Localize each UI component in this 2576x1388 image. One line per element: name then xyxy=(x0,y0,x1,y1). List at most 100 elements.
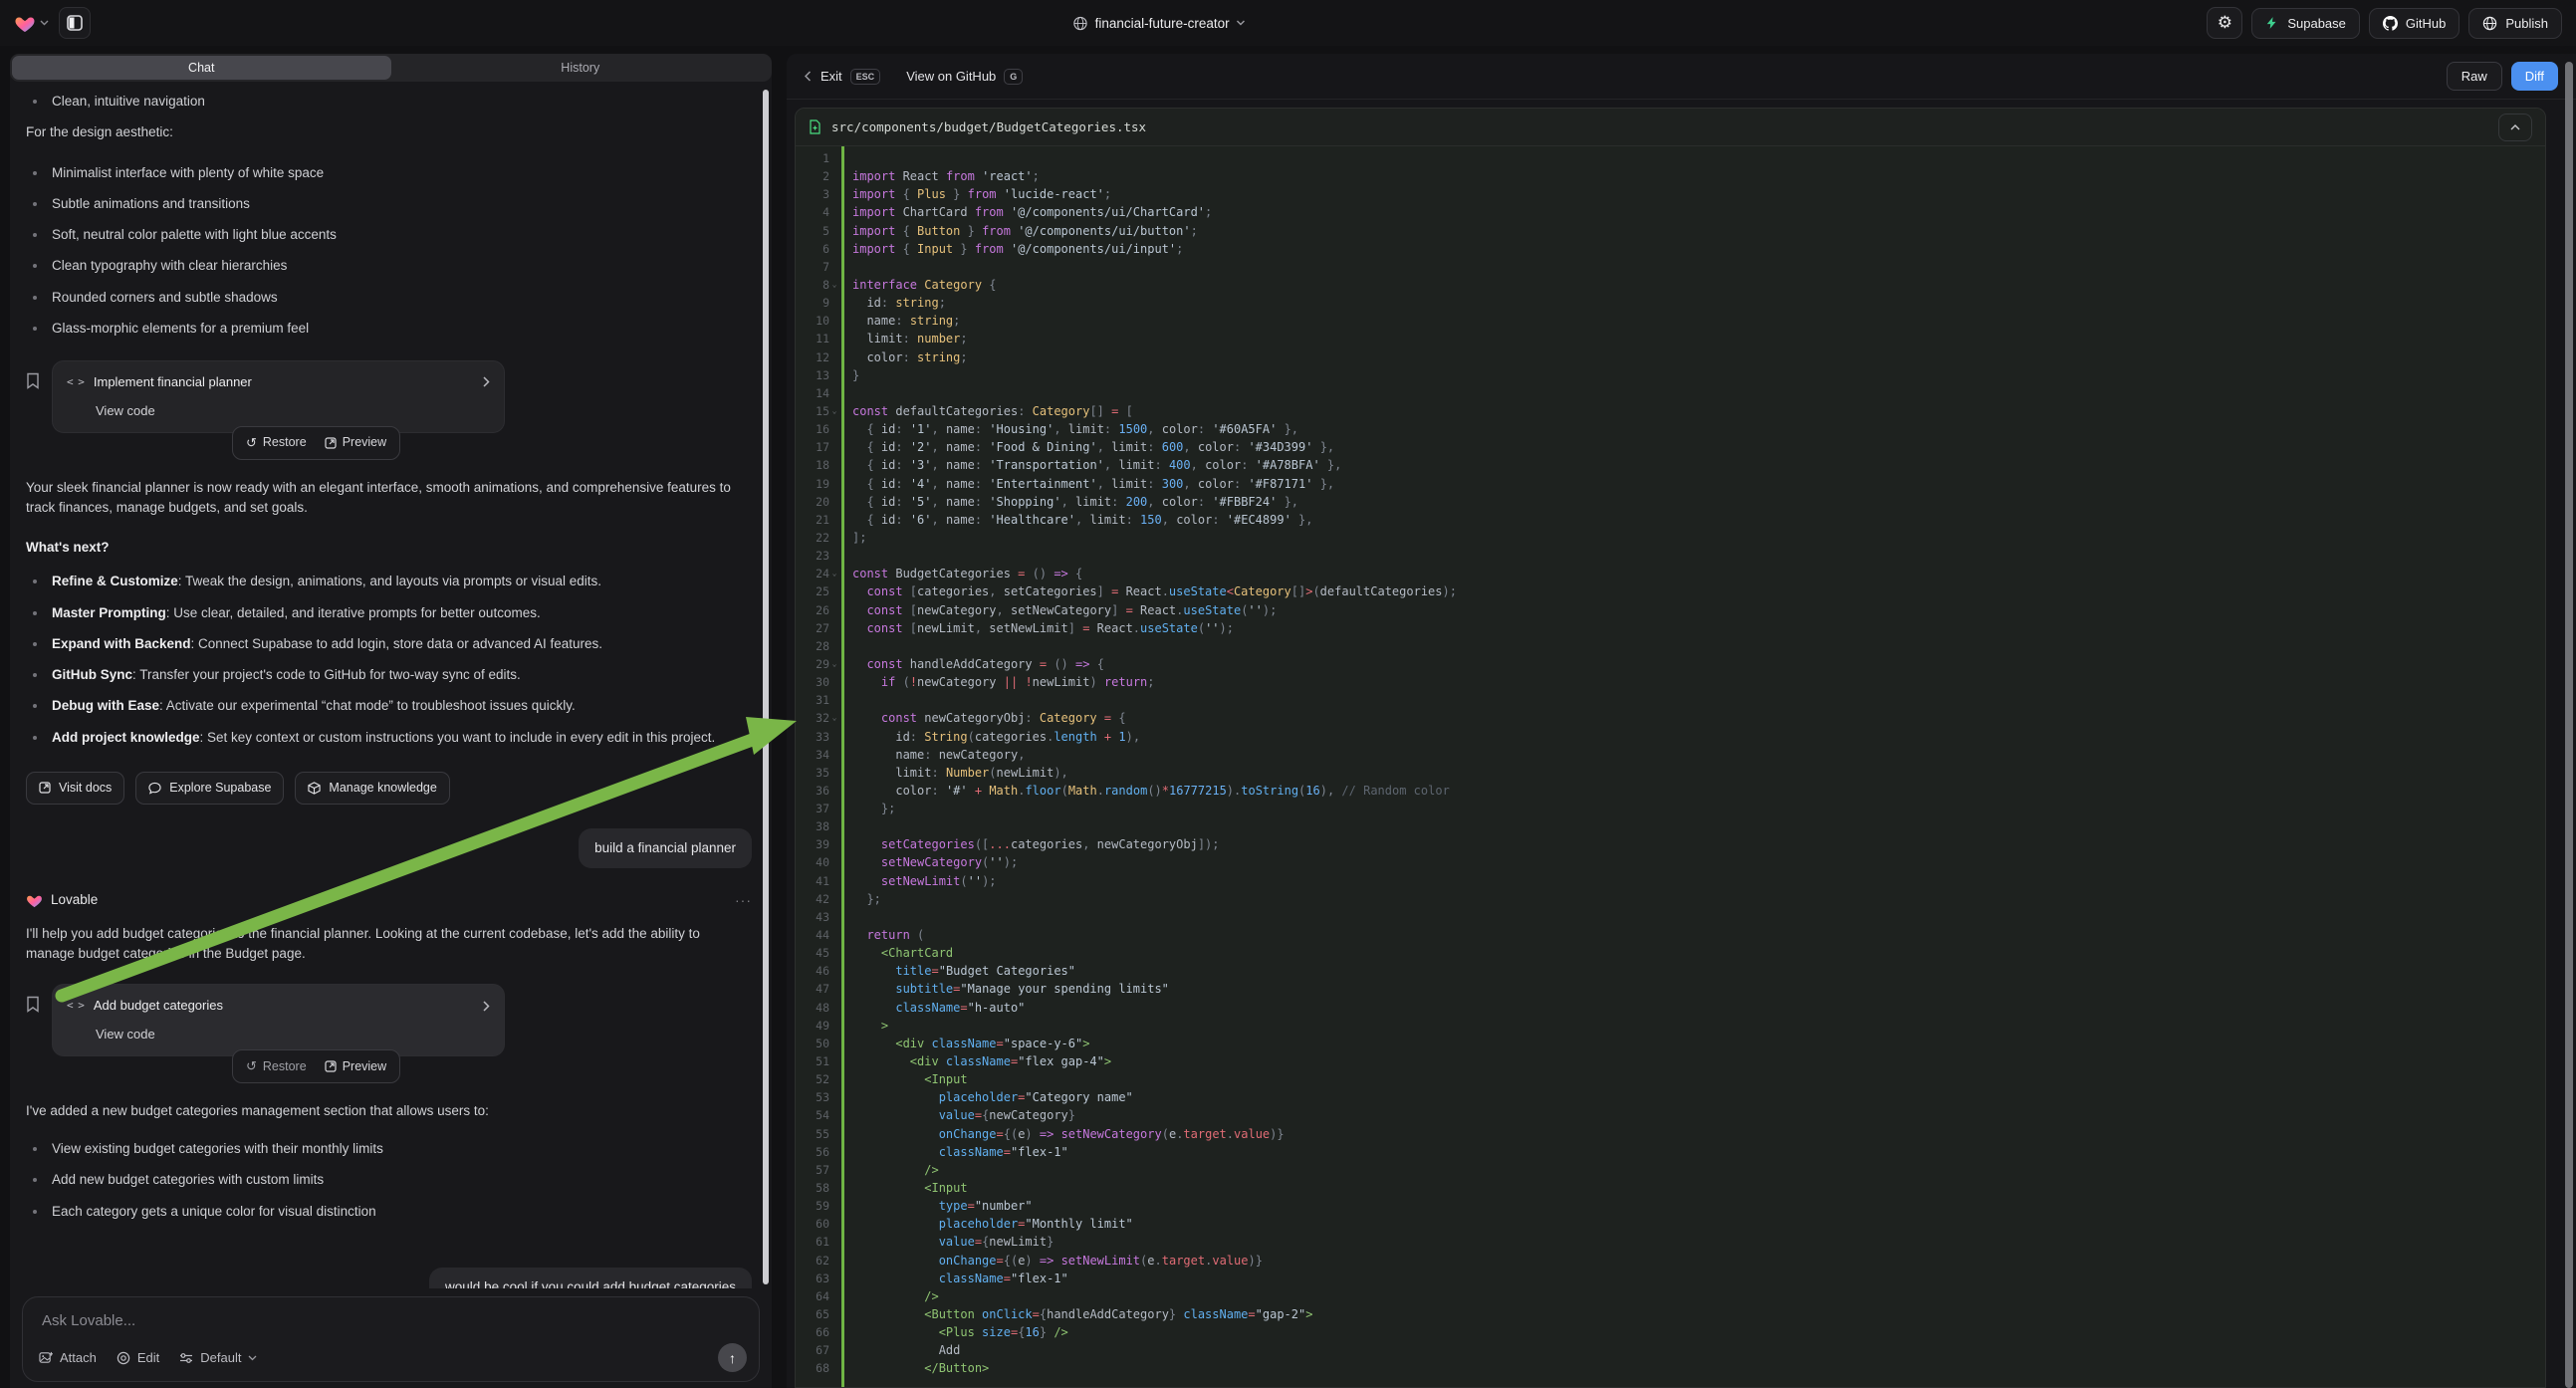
sidebar-toggle-button[interactable] xyxy=(59,7,91,39)
assistant-header: Lovable ··· xyxy=(26,890,752,911)
code-scrollbar[interactable] xyxy=(2565,62,2573,1388)
preview-button[interactable]: Preview xyxy=(325,1057,386,1076)
chat-bubble-icon xyxy=(148,782,161,795)
send-button[interactable]: ↑ xyxy=(718,1343,747,1372)
exit-button[interactable]: Exit ESC xyxy=(805,69,880,85)
code-line: 47 subtitle="Manage your spending limits… xyxy=(796,980,2545,998)
chat-tabs: Chat History xyxy=(10,54,772,82)
restore-button[interactable]: ↺ Restore xyxy=(246,1056,307,1076)
supabase-button[interactable]: Supabase xyxy=(2251,8,2360,39)
attach-image-icon xyxy=(39,1351,53,1364)
code-line: 60 placeholder="Monthly limit" xyxy=(796,1215,2545,1233)
view-code-link[interactable]: View code xyxy=(96,401,490,421)
code-line: 65 <Button onClick={handleAddCategory} c… xyxy=(796,1305,2545,1323)
github-octocat-icon xyxy=(2383,16,2398,31)
tab-chat[interactable]: Chat xyxy=(12,56,391,80)
publish-button[interactable]: Publish xyxy=(2468,8,2562,39)
code-line: 15⌄const defaultCategories: Category[] =… xyxy=(796,402,2545,420)
chat-panel: Chat History Clean, intuitive navigation… xyxy=(10,54,772,1388)
code-line: 35 limit: Number(newLimit), xyxy=(796,764,2545,782)
code-line: 28 xyxy=(796,637,2545,655)
code-line: 52 <Input xyxy=(796,1070,2545,1088)
code-line: 36 color: '#' + Math.floor(Math.random()… xyxy=(796,782,2545,800)
chat-paragraph: I've added a new budget categories manag… xyxy=(26,1101,752,1121)
bookmark-icon[interactable] xyxy=(26,372,40,389)
message-menu-icon[interactable]: ··· xyxy=(735,890,752,911)
code-line: 20 { id: '5', name: 'Shopping', limit: 2… xyxy=(796,493,2545,511)
design-bullet-list: Minimalist interface with plenty of whit… xyxy=(26,163,752,340)
code-line: 2import React from 'react'; xyxy=(796,167,2545,185)
chat-scroll-area[interactable]: Clean, intuitive navigation For the desi… xyxy=(10,84,772,1288)
bookmark-icon[interactable] xyxy=(26,996,40,1013)
chat-bullet: Each category gets a unique color for vi… xyxy=(26,1202,752,1222)
version-card-add-budget-categories[interactable]: < > Add budget categories View code xyxy=(52,984,505,1056)
code-line: 59 type="number" xyxy=(796,1197,2545,1215)
view-code-link[interactable]: View code xyxy=(96,1025,490,1044)
user-message-bubble: build a financial planner xyxy=(579,828,752,868)
view-on-github-button[interactable]: View on GitHub G xyxy=(906,69,1023,85)
chat-paragraph: For the design aesthetic: xyxy=(26,122,752,142)
lovable-logo-menu[interactable] xyxy=(14,13,49,33)
code-line: 49 > xyxy=(796,1017,2545,1035)
raw-toggle-button[interactable]: Raw xyxy=(2447,62,2502,91)
attach-button[interactable]: Attach xyxy=(39,1350,97,1365)
project-selector[interactable]: financial-future-creator xyxy=(1073,0,1246,46)
code-line: 25 const [categories, setCategories] = R… xyxy=(796,582,2545,600)
manage-knowledge-button[interactable]: Manage knowledge xyxy=(295,772,449,805)
code-line: 8⌄interface Category { xyxy=(796,276,2545,294)
chevron-down-icon xyxy=(40,20,49,26)
tab-history[interactable]: History xyxy=(391,56,771,80)
code-line: 1 xyxy=(796,149,2545,167)
preview-button[interactable]: Preview xyxy=(325,433,386,452)
diff-toggle-button[interactable]: Diff xyxy=(2511,62,2558,91)
code-line: 48 className="h-auto" xyxy=(796,999,2545,1017)
code-line: 57 /> xyxy=(796,1161,2545,1179)
code-line: 64 /> xyxy=(796,1287,2545,1305)
code-line: 66 <Plus size={16} /> xyxy=(796,1323,2545,1341)
chat-bullet: Glass-morphic elements for a premium fee… xyxy=(26,319,752,339)
quick-actions-row: Visit docs Explore Supabase Manage knowl… xyxy=(26,772,752,805)
chat-input-box[interactable]: Ask Lovable... Attach Edit Default xyxy=(22,1296,760,1382)
code-editor[interactable]: 12import React from 'react';3import { Pl… xyxy=(796,146,2545,1387)
chat-bullet: Add new budget categories with custom li… xyxy=(26,1170,752,1190)
chat-bullet: Debug with Ease: Activate our experiment… xyxy=(26,696,752,716)
lovable-heart-icon xyxy=(14,13,36,33)
chat-bullet: GitHub Sync: Transfer your project's cod… xyxy=(26,665,752,685)
code-line: 5import { Button } from '@/components/ui… xyxy=(796,222,2545,240)
code-toolbar: Exit ESC View on GitHub G Raw Diff xyxy=(787,54,2576,100)
code-line: 40 setNewCategory(''); xyxy=(796,853,2545,871)
code-line: 31 xyxy=(796,691,2545,709)
chat-bullet: Add project knowledge: Set key context o… xyxy=(26,728,752,748)
code-line: 22]; xyxy=(796,529,2545,547)
esc-key-badge: ESC xyxy=(850,69,881,85)
code-line: 62 onChange={(e) => setNewLimit(e.target… xyxy=(796,1252,2545,1270)
code-line: 34 name: newCategory, xyxy=(796,746,2545,764)
code-line: 11 limit: number; xyxy=(796,330,2545,347)
chevron-down-icon xyxy=(1237,20,1246,26)
file-header[interactable]: src/components/budget/BudgetCategories.t… xyxy=(796,109,2545,146)
code-panel: Exit ESC View on GitHub G Raw Diff xyxy=(787,54,2576,1388)
code-line: 17 { id: '2', name: 'Food & Dining', lim… xyxy=(796,438,2545,456)
file-diff-card: src/components/budget/BudgetCategories.t… xyxy=(795,108,2546,1388)
edit-mode-button[interactable]: Edit xyxy=(117,1350,159,1365)
chevron-right-icon[interactable] xyxy=(483,376,490,387)
code-line: 44 return ( xyxy=(796,926,2545,944)
file-path: src/components/budget/BudgetCategories.t… xyxy=(831,119,1146,134)
result-bullet-list: View existing budget categories with the… xyxy=(26,1139,752,1222)
chat-scrollbar[interactable] xyxy=(763,90,769,1284)
code-line: 68 </Button> xyxy=(796,1359,2545,1377)
restore-button[interactable]: ↺ Restore xyxy=(246,433,307,453)
settings-button[interactable]: ⚙ xyxy=(2207,7,2242,39)
model-selector[interactable]: Default xyxy=(179,1350,257,1365)
chevron-right-icon[interactable] xyxy=(483,1001,490,1012)
visit-docs-button[interactable]: Visit docs xyxy=(26,772,124,805)
explore-supabase-button[interactable]: Explore Supabase xyxy=(135,772,284,805)
chevron-left-icon xyxy=(805,71,812,82)
code-line: 10 name: string; xyxy=(796,312,2545,330)
version-card-implement-financial-planner[interactable]: < > Implement financial planner View cod… xyxy=(52,360,505,433)
github-button[interactable]: GitHub xyxy=(2369,8,2459,39)
chat-bullet: Refine & Customize: Tweak the design, an… xyxy=(26,572,752,591)
code-line: 3import { Plus } from 'lucide-react'; xyxy=(796,185,2545,203)
code-line: 54 value={newCategory} xyxy=(796,1106,2545,1124)
collapse-file-button[interactable] xyxy=(2498,114,2532,141)
